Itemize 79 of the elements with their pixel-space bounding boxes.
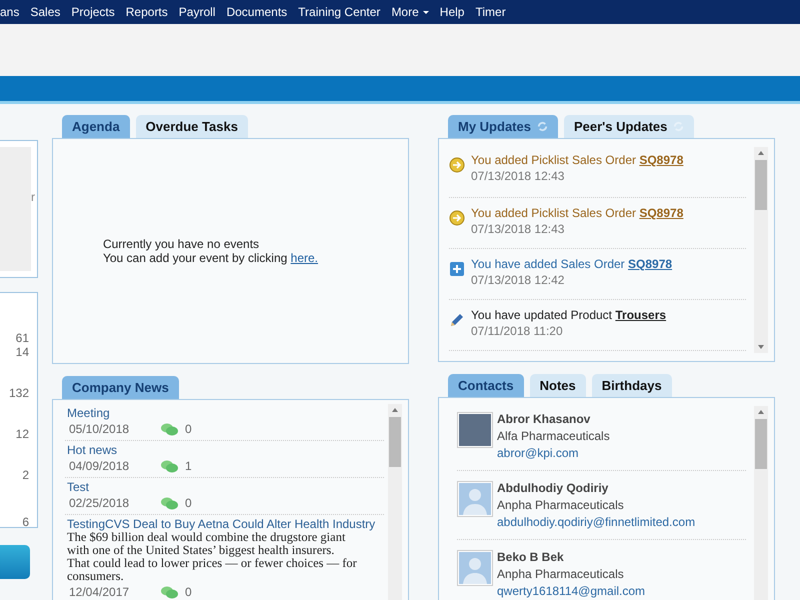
contact-company: Anpha Pharmaceuticals bbox=[497, 498, 625, 512]
update-text: You have updated Product Trousers bbox=[471, 308, 666, 322]
comments-icon bbox=[161, 586, 178, 598]
update-time: 07/13/2018 12:43 bbox=[471, 169, 566, 183]
scrollbar[interactable] bbox=[388, 404, 402, 600]
nav-link[interactable]: ans bbox=[0, 5, 20, 19]
news-title-link[interactable]: Hot news bbox=[67, 443, 384, 457]
update-text: You added Picklist Sales Order SQ8978 bbox=[471, 153, 684, 167]
panel-tab[interactable]: Birthdays bbox=[592, 374, 672, 397]
count-value: 12 bbox=[16, 427, 29, 441]
contact-name[interactable]: Abror Khasanov bbox=[497, 412, 610, 426]
count-value: 132 bbox=[8, 386, 29, 400]
count-value: 61 bbox=[16, 331, 29, 345]
news-summary: The $69 billion deal would combine the drugstore giant with one of the United States’ biggest health insurers. That could lead to lower prices — or fewer choices — for consumers. bbox=[67, 531, 357, 583]
news-date: 02/25/2018 bbox=[69, 496, 130, 510]
nav-link[interactable]: Reports bbox=[126, 5, 168, 19]
record-link[interactable]: Trousers bbox=[615, 308, 666, 322]
nav-link[interactable]: Timer bbox=[475, 5, 506, 19]
panel-tab[interactable]: Peer's Updates bbox=[564, 115, 694, 138]
news-title-link[interactable]: Meeting bbox=[67, 406, 384, 420]
record-link[interactable]: SQ8978 bbox=[628, 257, 672, 271]
comment-count: 0 bbox=[185, 585, 192, 599]
panel-tab[interactable]: My Updates bbox=[448, 115, 558, 138]
panel-tab[interactable]: Notes bbox=[530, 374, 586, 397]
comments-icon bbox=[161, 496, 178, 510]
arrow-coin-icon bbox=[449, 210, 465, 226]
avatar-silhouette-icon bbox=[457, 481, 493, 517]
comment-count: 0 bbox=[185, 422, 192, 436]
side-text: r bbox=[31, 190, 35, 204]
nav-link[interactable]: Help bbox=[440, 5, 464, 19]
update-time: 07/13/2018 12:43 bbox=[471, 222, 566, 236]
news-date: 05/10/2018 bbox=[69, 422, 130, 436]
update-time: 07/13/2018 12:42 bbox=[471, 273, 566, 287]
empty-message: Currently you have no events bbox=[102, 237, 260, 251]
nav-link[interactable]: Sales bbox=[30, 5, 60, 19]
update-time: 07/11/2018 11:20 bbox=[471, 324, 564, 338]
scrollbar[interactable] bbox=[754, 147, 768, 353]
news-title-link[interactable]: Test bbox=[67, 480, 384, 494]
count-value: 2 bbox=[22, 468, 29, 482]
scrollbar[interactable] bbox=[754, 406, 768, 600]
news-title-link[interactable]: TestingCVS Deal to Buy Aetna Could Alter Health Industry bbox=[67, 517, 384, 531]
photo-placeholder bbox=[457, 412, 493, 448]
contact-company: Alfa Pharmaceuticals bbox=[497, 429, 610, 443]
avatar-silhouette-icon bbox=[457, 550, 493, 586]
nav-link[interactable]: Projects bbox=[71, 5, 115, 19]
caret-icon bbox=[422, 10, 429, 14]
plus-icon bbox=[449, 261, 465, 277]
panel-tab[interactable]: Agenda bbox=[62, 115, 130, 138]
nav-link[interactable]: Training Center bbox=[298, 5, 380, 19]
contact-name[interactable]: Beko B Bek bbox=[497, 550, 646, 564]
contact-email-link[interactable]: abdulhodiy.qodiriy@finnetlimited.com bbox=[497, 515, 696, 529]
comments-icon bbox=[161, 460, 178, 472]
nav-link[interactable]: Payroll bbox=[178, 5, 216, 19]
add-event-message: You can add your event by clicking here. bbox=[102, 251, 318, 265]
contact-email-link[interactable]: qwerty1618114@gmail.com bbox=[497, 584, 646, 598]
pencil-icon bbox=[449, 312, 465, 328]
panel-tab[interactable]: Company News bbox=[62, 376, 179, 399]
nav-link[interactable]: More bbox=[391, 5, 429, 19]
contact-company: Anpha Pharmaceuticals bbox=[497, 567, 625, 581]
contact-name[interactable]: Abdulhodiy Qodiriy bbox=[497, 481, 696, 495]
record-link[interactable]: SQ8978 bbox=[639, 206, 684, 220]
comments-icon bbox=[161, 422, 178, 436]
news-date: 04/09/2018 bbox=[69, 459, 130, 473]
add-event-link[interactable]: here. bbox=[290, 251, 318, 265]
contact-email-link[interactable]: abror@kpi.com bbox=[497, 446, 610, 460]
record-link[interactable]: SQ8978 bbox=[639, 153, 684, 167]
panel-tab[interactable]: Overdue Tasks bbox=[136, 115, 248, 138]
side-button[interactable] bbox=[0, 545, 30, 579]
count-value: 6 bbox=[22, 515, 29, 529]
update-text: You added Picklist Sales Order SQ8978 bbox=[471, 206, 684, 220]
news-date: 12/04/2017 bbox=[69, 585, 130, 599]
nav-link[interactable]: Documents bbox=[226, 5, 288, 19]
panel-tab[interactable]: Contacts bbox=[448, 374, 524, 397]
comment-count: 0 bbox=[185, 496, 192, 510]
update-text: You have added Sales Order SQ8978 bbox=[471, 257, 672, 271]
comment-count: 1 bbox=[185, 459, 192, 473]
arrow-coin-icon bbox=[449, 157, 465, 173]
refresh-icon[interactable] bbox=[536, 121, 548, 132]
count-value: 14 bbox=[16, 345, 29, 359]
